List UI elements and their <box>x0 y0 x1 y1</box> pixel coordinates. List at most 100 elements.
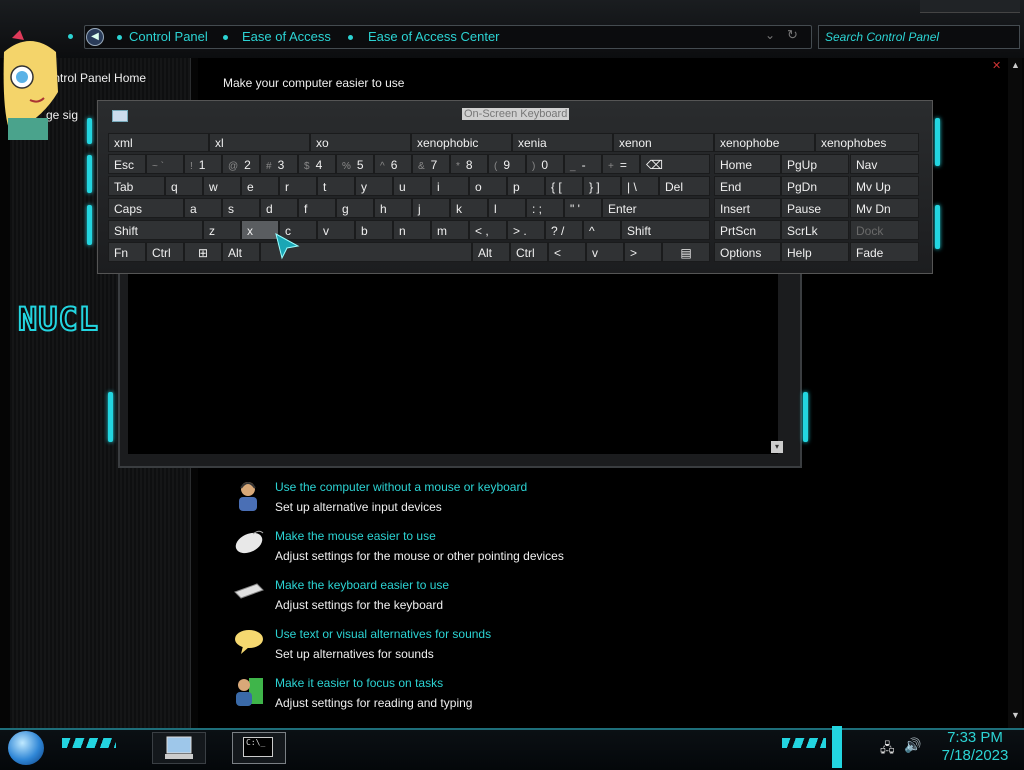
key-5[interactable]: % 5 <box>336 154 374 174</box>
search-box[interactable] <box>818 25 1020 49</box>
key-esc[interactable]: Esc <box>108 154 146 174</box>
task-link-focus[interactable]: Make it easier to focus on tasks <box>275 676 443 690</box>
key-u[interactable]: u <box>393 176 431 196</box>
key-7[interactable]: & 7 <box>412 154 450 174</box>
key-m[interactable]: m <box>431 220 469 240</box>
prediction-5[interactable]: xenia <box>512 133 613 152</box>
key-o[interactable]: o <box>469 176 507 196</box>
taskbar-explorer-button[interactable] <box>152 732 206 764</box>
network-icon[interactable]: 🖧 <box>880 739 895 761</box>
key-alt-right[interactable]: Alt <box>472 242 510 262</box>
key-home[interactable]: Home <box>714 154 781 174</box>
key-equals[interactable]: + = <box>602 154 640 174</box>
key-options[interactable]: Options <box>714 242 781 262</box>
key-4[interactable]: $4 <box>298 154 336 174</box>
key-t[interactable]: t <box>317 176 355 196</box>
key-a[interactable]: a <box>184 198 222 218</box>
key-6[interactable]: ^ 6 <box>374 154 412 174</box>
key-j[interactable]: j <box>412 198 450 218</box>
resize-grip-icon[interactable]: ▾ <box>771 441 783 453</box>
key-0[interactable]: ) 0 <box>526 154 564 174</box>
key-pgdn[interactable]: PgDn <box>781 176 849 196</box>
key-fade[interactable]: Fade <box>850 242 919 262</box>
key-end[interactable]: End <box>714 176 781 196</box>
key-pause[interactable]: Pause <box>781 198 849 218</box>
key-tab[interactable]: Tab <box>108 176 165 196</box>
key-q[interactable]: q <box>165 176 203 196</box>
scroll-down-icon[interactable]: ▼ <box>1011 710 1020 720</box>
prediction-2[interactable]: xl <box>209 133 310 152</box>
key-slash[interactable]: ? / <box>545 220 583 240</box>
key-backslash[interactable]: | \ <box>621 176 659 196</box>
key-alt-left[interactable]: Alt <box>222 242 260 262</box>
key-quote[interactable]: " ' <box>564 198 602 218</box>
key-del[interactable]: Del <box>659 176 710 196</box>
chevron-down-icon[interactable]: ⌄ <box>765 28 775 42</box>
key-r[interactable]: r <box>279 176 317 196</box>
prediction-7[interactable]: xenophobe <box>714 133 815 152</box>
key-v[interactable]: v <box>317 220 355 240</box>
key-2[interactable]: @2 <box>222 154 260 174</box>
key-down-arrow[interactable]: v <box>586 242 624 262</box>
task-link-mouse[interactable]: Make the mouse easier to use <box>275 529 436 543</box>
breadcrumb-control-panel[interactable]: Control Panel <box>129 29 208 44</box>
key-semicolon[interactable]: : ; <box>526 198 564 218</box>
key-mv-up[interactable]: Mv Up <box>850 176 919 196</box>
show-desktop-button[interactable] <box>832 726 842 768</box>
key-scrlk[interactable]: ScrLk <box>781 220 849 240</box>
prediction-8[interactable]: xenophobes <box>815 133 919 152</box>
key-help[interactable]: Help <box>781 242 849 262</box>
key-comma[interactable]: < , <box>469 220 507 240</box>
scrollbar[interactable]: ▲ ▼ <box>1008 58 1022 728</box>
system-clock[interactable]: 7:33 PM 7/18/2023 <box>935 729 1015 765</box>
key-left-arrow[interactable]: < <box>548 242 586 262</box>
context-menu-key-icon[interactable]: ▤ <box>662 242 710 262</box>
task-link-keyboard[interactable]: Make the keyboard easier to use <box>275 578 449 592</box>
close-icon[interactable]: ✕ <box>992 59 1001 72</box>
text-panel[interactable] <box>128 272 778 454</box>
key-k[interactable]: k <box>450 198 488 218</box>
key-f[interactable]: f <box>298 198 336 218</box>
breadcrumb-ease-of-access[interactable]: Ease of Access <box>242 29 331 44</box>
key-h[interactable]: h <box>374 198 412 218</box>
prediction-4[interactable]: xenophobic <box>411 133 512 152</box>
task-link-no-mouse-keyboard[interactable]: Use the computer without a mouse or keyb… <box>275 480 527 494</box>
key-enter[interactable]: Enter <box>602 198 710 218</box>
search-input[interactable] <box>823 27 1017 47</box>
key-l[interactable]: l <box>488 198 526 218</box>
key-tilde[interactable]: ~ ` <box>146 154 184 174</box>
task-link-sound-alternatives[interactable]: Use text or visual alternatives for soun… <box>275 627 491 641</box>
scroll-up-icon[interactable]: ▲ <box>1011 60 1020 70</box>
key-pgup[interactable]: PgUp <box>781 154 849 174</box>
key-right-arrow[interactable]: > <box>624 242 662 262</box>
key-nav[interactable]: Nav <box>850 154 919 174</box>
key-fn[interactable]: Fn <box>108 242 146 262</box>
prediction-1[interactable]: xml <box>108 133 209 152</box>
key-shift-right[interactable]: Shift <box>621 220 710 240</box>
key-ctrl-right[interactable]: Ctrl <box>510 242 548 262</box>
key-y[interactable]: y <box>355 176 393 196</box>
key-dock[interactable]: Dock <box>850 220 919 240</box>
key-e[interactable]: e <box>241 176 279 196</box>
key-ctrl-left[interactable]: Ctrl <box>146 242 184 262</box>
key-g[interactable]: g <box>336 198 374 218</box>
key-backspace[interactable]: ⌫ <box>640 154 710 174</box>
refresh-icon[interactable]: ↻ <box>787 27 798 43</box>
key-i[interactable]: i <box>431 176 469 196</box>
volume-icon[interactable]: 🔊 <box>904 737 921 754</box>
taskbar-cmd-button[interactable]: C:\_ <box>232 732 286 764</box>
key-w[interactable]: w <box>203 176 241 196</box>
key-z[interactable]: z <box>203 220 241 240</box>
key-9[interactable]: (9 <box>488 154 526 174</box>
key-bracket-close[interactable]: } ] <box>583 176 621 196</box>
key-up-arrow[interactable]: ^ <box>583 220 621 240</box>
key-prtscn[interactable]: PrtScn <box>714 220 781 240</box>
key-shift-left[interactable]: Shift <box>108 220 203 240</box>
key-period[interactable]: > . <box>507 220 545 240</box>
key-3[interactable]: #3 <box>260 154 298 174</box>
start-button[interactable] <box>8 731 44 765</box>
windows-key-icon[interactable]: ⊞ <box>184 242 222 262</box>
key-insert[interactable]: Insert <box>714 198 781 218</box>
prediction-3[interactable]: xo <box>310 133 411 152</box>
key-8[interactable]: * 8 <box>450 154 488 174</box>
